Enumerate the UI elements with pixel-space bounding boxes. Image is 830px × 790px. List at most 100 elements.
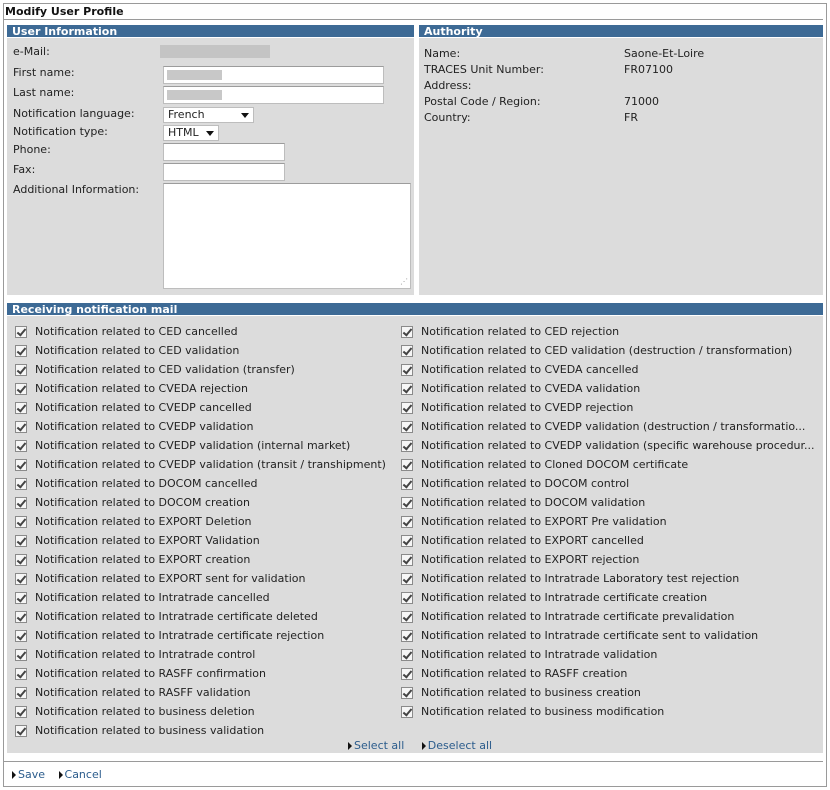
notification-option[interactable]: Notification related to Intratrade contr… bbox=[15, 645, 395, 664]
notification-checkbox[interactable] bbox=[15, 724, 27, 737]
notification-option[interactable]: Notification related to EXPORT sent for … bbox=[15, 569, 395, 588]
notification-checkbox[interactable] bbox=[15, 534, 27, 547]
notification-option[interactable]: Notification related to DOCOM control bbox=[401, 474, 821, 493]
notification-option[interactable]: Notification related to business modific… bbox=[401, 702, 821, 721]
notification-checkbox[interactable] bbox=[15, 515, 27, 528]
notification-option[interactable]: Notification related to DOCOM creation bbox=[15, 493, 395, 512]
notification-checkbox[interactable] bbox=[401, 515, 413, 528]
notification-option[interactable]: Notification related to business validat… bbox=[15, 721, 395, 740]
notification-checkbox[interactable] bbox=[15, 344, 27, 357]
notification-option[interactable]: Notification related to EXPORT creation bbox=[15, 550, 395, 569]
notification-option[interactable]: Notification related to Intratrade certi… bbox=[15, 607, 395, 626]
language-select[interactable]: French bbox=[163, 107, 254, 123]
notification-checkbox[interactable] bbox=[15, 705, 27, 718]
notification-option[interactable]: Notification related to CVEDP validation… bbox=[15, 436, 395, 455]
notification-checkbox[interactable] bbox=[401, 363, 413, 376]
notification-option[interactable]: Notification related to Intratrade certi… bbox=[401, 626, 821, 645]
notification-option[interactable]: Notification related to CED validation bbox=[15, 341, 395, 360]
notification-checkbox[interactable] bbox=[15, 382, 27, 395]
notification-checkbox[interactable] bbox=[15, 439, 27, 452]
notification-checkbox[interactable] bbox=[15, 610, 27, 623]
notification-option-label: Notification related to EXPORT Deletion bbox=[35, 515, 252, 528]
notification-option[interactable]: Notification related to EXPORT cancelled bbox=[401, 531, 821, 550]
first-name-field[interactable] bbox=[163, 66, 384, 84]
notification-checkbox[interactable] bbox=[401, 420, 413, 433]
notification-checkbox[interactable] bbox=[15, 458, 27, 471]
notification-option[interactable]: Notification related to CVEDP rejection bbox=[401, 398, 821, 417]
notification-option[interactable]: Notification related to Intratrade Labor… bbox=[401, 569, 821, 588]
notification-checkbox[interactable] bbox=[401, 325, 413, 338]
notification-checkbox[interactable] bbox=[401, 648, 413, 661]
notification-checkbox[interactable] bbox=[15, 572, 27, 585]
notification-option[interactable]: Notification related to CED validation (… bbox=[401, 341, 821, 360]
notification-option[interactable]: Notification related to EXPORT Pre valid… bbox=[401, 512, 821, 531]
notification-option[interactable]: Notification related to DOCOM cancelled bbox=[15, 474, 395, 493]
notification-option[interactable]: Notification related to RASFF confirmati… bbox=[15, 664, 395, 683]
notification-option[interactable]: Notification related to Intratrade cance… bbox=[15, 588, 395, 607]
notification-option[interactable]: Notification related to CVEDP cancelled bbox=[15, 398, 395, 417]
notification-checkbox[interactable] bbox=[15, 496, 27, 509]
notification-checkbox[interactable] bbox=[401, 496, 413, 509]
notification-checkbox[interactable] bbox=[15, 363, 27, 376]
notification-checkbox[interactable] bbox=[15, 477, 27, 490]
notification-checkbox[interactable] bbox=[401, 629, 413, 642]
notification-option[interactable]: Notification related to Intratrade certi… bbox=[401, 607, 821, 626]
phone-field[interactable] bbox=[163, 143, 285, 161]
notification-checkbox[interactable] bbox=[15, 667, 27, 680]
notification-option[interactable]: Notification related to RASFF creation bbox=[401, 664, 821, 683]
notification-option[interactable]: Notification related to RASFF validation bbox=[15, 683, 395, 702]
notification-option[interactable]: Notification related to DOCOM validation bbox=[401, 493, 821, 512]
user-information-panel: User Information e-Mail: First name: Las… bbox=[7, 25, 414, 295]
notification-checkbox[interactable] bbox=[401, 686, 413, 699]
notification-checkbox[interactable] bbox=[15, 591, 27, 604]
notification-option[interactable]: Notification related to EXPORT Validatio… bbox=[15, 531, 395, 550]
notification-option[interactable]: Notification related to Intratrade certi… bbox=[401, 588, 821, 607]
notification-option[interactable]: Notification related to CVEDP validation… bbox=[401, 436, 821, 455]
notification-checkbox[interactable] bbox=[15, 553, 27, 566]
last-name-field[interactable] bbox=[163, 86, 384, 104]
notification-checkbox[interactable] bbox=[15, 325, 27, 338]
notification-option[interactable]: Notification related to business deletio… bbox=[15, 702, 395, 721]
notification-checkbox[interactable] bbox=[401, 705, 413, 718]
notification-checkbox[interactable] bbox=[401, 610, 413, 623]
notification-checkbox[interactable] bbox=[401, 667, 413, 680]
save-link[interactable]: Save bbox=[12, 768, 45, 781]
additional-info-textarea[interactable]: ⋰ bbox=[163, 183, 411, 289]
notification-checkbox[interactable] bbox=[15, 401, 27, 414]
notification-checkbox[interactable] bbox=[401, 439, 413, 452]
notification-checkbox[interactable] bbox=[401, 382, 413, 395]
notification-checkbox[interactable] bbox=[401, 572, 413, 585]
notification-option[interactable]: Notification related to Intratrade certi… bbox=[15, 626, 395, 645]
select-all-link[interactable]: Select all bbox=[348, 739, 404, 752]
notification-checkbox[interactable] bbox=[15, 629, 27, 642]
notification-checkbox[interactable] bbox=[15, 648, 27, 661]
notification-option[interactable]: Notification related to CVEDA rejection bbox=[15, 379, 395, 398]
notification-checkbox[interactable] bbox=[401, 553, 413, 566]
notification-option[interactable]: Notification related to CVEDP validation… bbox=[401, 417, 821, 436]
notification-checkbox[interactable] bbox=[15, 686, 27, 699]
notification-option[interactable]: Notification related to CVEDA cancelled bbox=[401, 360, 821, 379]
notification-option[interactable]: Notification related to business creatio… bbox=[401, 683, 821, 702]
notification-checkbox[interactable] bbox=[401, 477, 413, 490]
notification-checkbox[interactable] bbox=[401, 591, 413, 604]
notification-option[interactable]: Notification related to EXPORT Deletion bbox=[15, 512, 395, 531]
notification-option[interactable]: Notification related to CED validation (… bbox=[15, 360, 395, 379]
notification-option[interactable]: Notification related to Cloned DOCOM cer… bbox=[401, 455, 821, 474]
fax-field[interactable] bbox=[163, 163, 285, 181]
notification-checkbox[interactable] bbox=[401, 344, 413, 357]
notification-option[interactable]: Notification related to CED rejection bbox=[401, 322, 821, 341]
deselect-all-link[interactable]: Deselect all bbox=[421, 739, 492, 752]
notification-checkbox[interactable] bbox=[401, 458, 413, 471]
notification-option[interactable]: Notification related to EXPORT rejection bbox=[401, 550, 821, 569]
resize-handle-icon[interactable]: ⋰ bbox=[400, 278, 408, 286]
notification-option[interactable]: Notification related to Intratrade valid… bbox=[401, 645, 821, 664]
notification-type-select[interactable]: HTML bbox=[163, 125, 219, 141]
notification-option[interactable]: Notification related to CVEDP validation bbox=[15, 417, 395, 436]
cancel-link[interactable]: Cancel bbox=[58, 768, 102, 781]
notification-option[interactable]: Notification related to CED cancelled bbox=[15, 322, 395, 341]
notification-checkbox[interactable] bbox=[15, 420, 27, 433]
notification-option[interactable]: Notification related to CVEDA validation bbox=[401, 379, 821, 398]
notification-checkbox[interactable] bbox=[401, 534, 413, 547]
notification-checkbox[interactable] bbox=[401, 401, 413, 414]
notification-option[interactable]: Notification related to CVEDP validation… bbox=[15, 455, 395, 474]
